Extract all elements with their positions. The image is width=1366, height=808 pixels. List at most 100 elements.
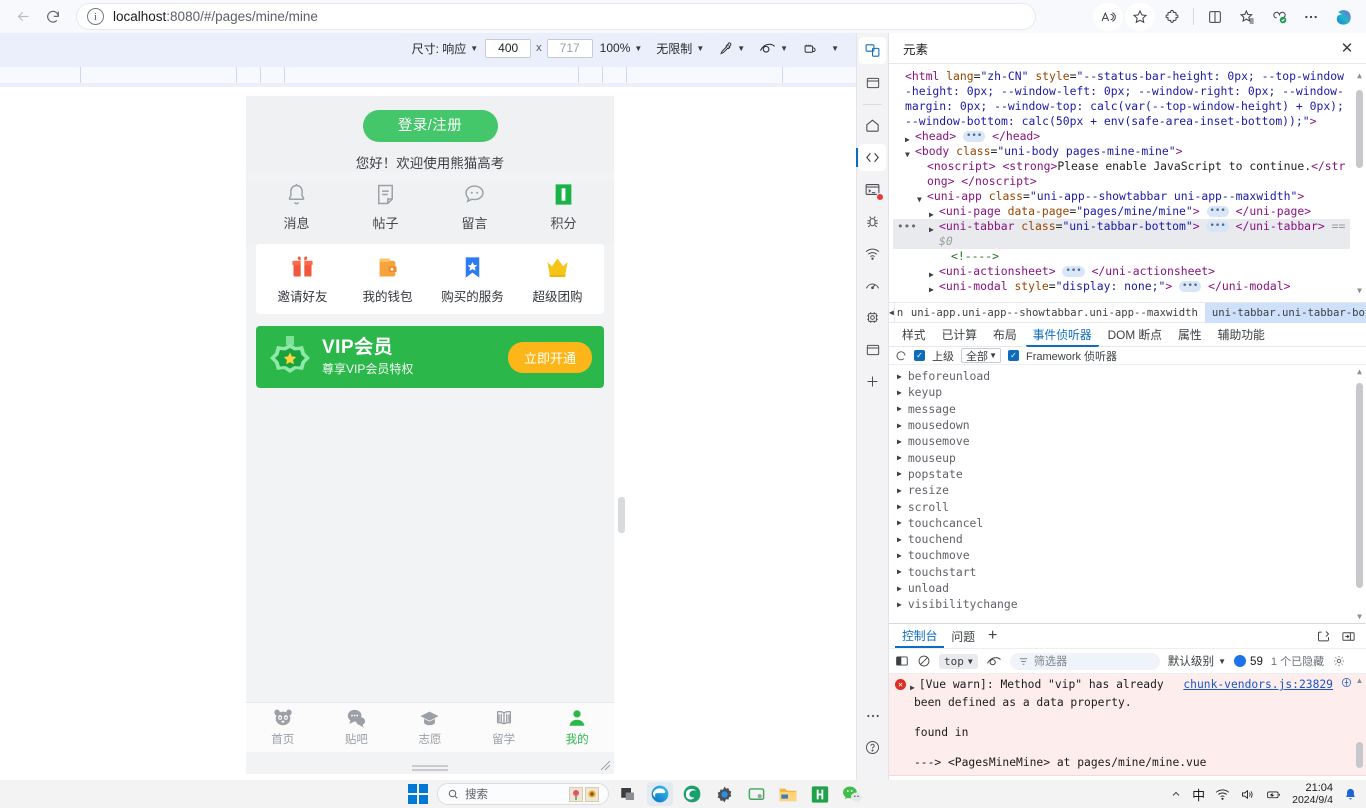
device-emulation-icon[interactable] (859, 37, 886, 64)
scroll-up-icon[interactable]: ▲ (1355, 676, 1364, 685)
listener-row[interactable]: ▶ mousemove (889, 433, 1366, 449)
dom-line[interactable]: ▼ <body class="uni-body pages-mine-mine"> (893, 144, 1350, 159)
tab-mine[interactable]: 我的 (540, 708, 614, 747)
chevron-up-icon[interactable] (1170, 788, 1182, 800)
tab-home[interactable]: 首页 (246, 708, 320, 747)
tab-forum[interactable]: 贴吧 (320, 708, 394, 747)
address-bar[interactable]: i localhost:8080/#/pages/mine/mine (76, 3, 1036, 30)
listener-row[interactable]: ▶ message (889, 401, 1366, 417)
settings-app-icon[interactable] (711, 782, 737, 806)
back-arrow-icon[interactable] (8, 3, 38, 31)
application-icon[interactable] (859, 336, 886, 363)
clear-console-icon[interactable] (917, 654, 931, 668)
console-level-select[interactable]: 默认级别 ▼ (1168, 653, 1226, 669)
listener-row[interactable]: ▶ scroll (889, 498, 1366, 514)
more-tools-icon[interactable] (859, 702, 886, 729)
tab-event-listeners[interactable]: 事件侦听器 (1025, 323, 1099, 347)
vip-activate-button[interactable]: 立即开通 (507, 341, 592, 373)
wechat-icon[interactable] (839, 782, 865, 806)
close-icon[interactable]: ✕ (1334, 36, 1360, 60)
viewport-width-input[interactable] (485, 38, 532, 58)
tab-study-abroad[interactable]: 留学 (467, 708, 541, 747)
copilot-icon[interactable] (1328, 3, 1358, 31)
console-icon[interactable] (859, 176, 886, 203)
tab-layout[interactable]: 布局 (986, 323, 1024, 346)
console-message-row[interactable]: ✕ ▶ [Vue warn]: Method "vip" has already… (889, 674, 1366, 776)
listener-row[interactable]: ▶ beforeunload (889, 368, 1366, 384)
performance-icon[interactable] (859, 272, 886, 299)
listener-row[interactable]: ▶ mouseup (889, 449, 1366, 465)
tab-accessibility[interactable]: 辅助功能 (1211, 323, 1272, 346)
dom-tree-scrollbar[interactable]: ▲ ▼ (1355, 68, 1364, 298)
listener-row[interactable]: ▶ touchstart (889, 564, 1366, 580)
listener-row[interactable]: ▶ popstate (889, 466, 1366, 482)
console-scrollbar[interactable]: ▲ (1355, 676, 1364, 778)
dom-line[interactable]: ▶ <uni-actionsheet> ••• </uni-actionsheet… (893, 264, 1350, 279)
h-app-icon[interactable] (807, 782, 833, 806)
breadcrumb-item[interactable]: ne (895, 303, 904, 323)
listener-row[interactable]: ▶ touchmove (889, 547, 1366, 563)
viewport-height-input[interactable] (546, 38, 593, 58)
vision-deficiency-icon[interactable]: ▼ (752, 38, 795, 59)
framework-listeners-checkbox[interactable]: ✓ (1008, 350, 1019, 361)
tab-computed[interactable]: 已计算 (935, 323, 984, 346)
read-aloud-icon[interactable] (1093, 2, 1123, 31)
home-icon[interactable] (859, 112, 886, 139)
breadcrumb-item[interactable]: uni-app.uni-app--showtabbar.uni-app--max… (904, 303, 1205, 323)
star-icon[interactable] (1125, 2, 1155, 31)
file-explorer-icon[interactable] (775, 782, 801, 806)
dom-tree[interactable]: <html lang="zh-CN" style="--status-bar-h… (889, 64, 1366, 302)
throttling-select[interactable]: 无限制 ▼ (649, 38, 711, 59)
tab-volunteer[interactable]: 志愿 (393, 708, 467, 747)
listener-row[interactable]: ▶ touchend (889, 531, 1366, 547)
sources-bug-icon[interactable] (859, 208, 886, 235)
zoom-select[interactable]: 100% ▼ (593, 38, 650, 59)
listener-row[interactable]: ▶ visibilitychange (889, 596, 1366, 612)
edge-icon[interactable] (647, 782, 673, 806)
scroll-up-icon[interactable]: ▲ (1355, 367, 1364, 376)
plus-icon[interactable]: + (982, 627, 1003, 645)
tab-console[interactable]: 控制台 (895, 624, 945, 648)
scroll-down-icon[interactable]: ▼ (1355, 612, 1364, 621)
taskbar-clock[interactable]: 21:04 2024/9/4 (1292, 782, 1333, 806)
windows-start-icon[interactable] (405, 782, 431, 806)
reload-icon[interactable] (38, 3, 68, 31)
console-context-select[interactable]: top ▼ (939, 653, 978, 669)
dom-line-selected[interactable]: ••• ▶ <uni-tabbar class="uni-tabbar-bottom… (893, 219, 1350, 249)
service-my-wallet[interactable]: 我的钱包 (345, 254, 430, 305)
wifi-icon[interactable] (1215, 788, 1230, 801)
info-icon[interactable]: i (87, 8, 104, 25)
tab-styles[interactable]: 样式 (895, 323, 933, 346)
quick-action-comments[interactable]: 留言 (430, 181, 519, 232)
bell-notification-icon[interactable] (1343, 787, 1358, 802)
tab-dom-breakpoints[interactable]: DOM 断点 (1101, 323, 1169, 346)
memory-chip-icon[interactable] (859, 304, 886, 331)
browser-essentials-icon[interactable] (1264, 3, 1294, 31)
ime-indicator[interactable]: 中 (1192, 785, 1205, 804)
collections-icon[interactable] (1232, 3, 1262, 31)
listener-row[interactable]: ▶ touchcancel (889, 515, 1366, 531)
dom-line[interactable]: <noscript> <strong>Please enable JavaScr… (893, 159, 1350, 189)
network-icon[interactable] (859, 240, 886, 267)
tab-issues[interactable]: 问题 (944, 625, 982, 648)
live-expression-icon[interactable] (986, 655, 1002, 668)
login-register-button[interactable]: 登录/注册 (362, 110, 498, 142)
service-group-buy[interactable]: 超级团购 (515, 254, 600, 305)
expand-arrow-icon[interactable]: ▶ (910, 680, 915, 695)
device-size-select[interactable]: 尺寸: 响应 ▼ (405, 38, 486, 59)
eyedropper-icon[interactable]: ▼ (711, 38, 752, 59)
quick-action-points[interactable]: 积分 (519, 181, 608, 232)
console-settings-icon[interactable] (1316, 629, 1331, 644)
listeners-scrollbar[interactable]: ▲ ▼ (1355, 367, 1364, 621)
scrollbar-thumb[interactable] (1356, 383, 1363, 588)
more-icon[interactable]: ▼ (824, 38, 846, 59)
split-screen-icon[interactable] (1200, 3, 1230, 31)
scroll-up-icon[interactable]: ▲ (1355, 68, 1364, 83)
help-icon[interactable] (859, 734, 886, 761)
dom-line[interactable]: ▶ <uni-page data-page="pages/mine/mine"> … (893, 204, 1350, 219)
scrollbar-thumb[interactable] (1356, 90, 1363, 168)
extensions-icon[interactable] (1157, 3, 1187, 31)
add-panel-icon[interactable] (859, 368, 886, 395)
event-listeners-list[interactable]: ▶ beforeunload ▶ keyup ▶ message ▶ mousedown… (889, 365, 1366, 623)
listener-row[interactable]: ▶ keyup (889, 384, 1366, 400)
